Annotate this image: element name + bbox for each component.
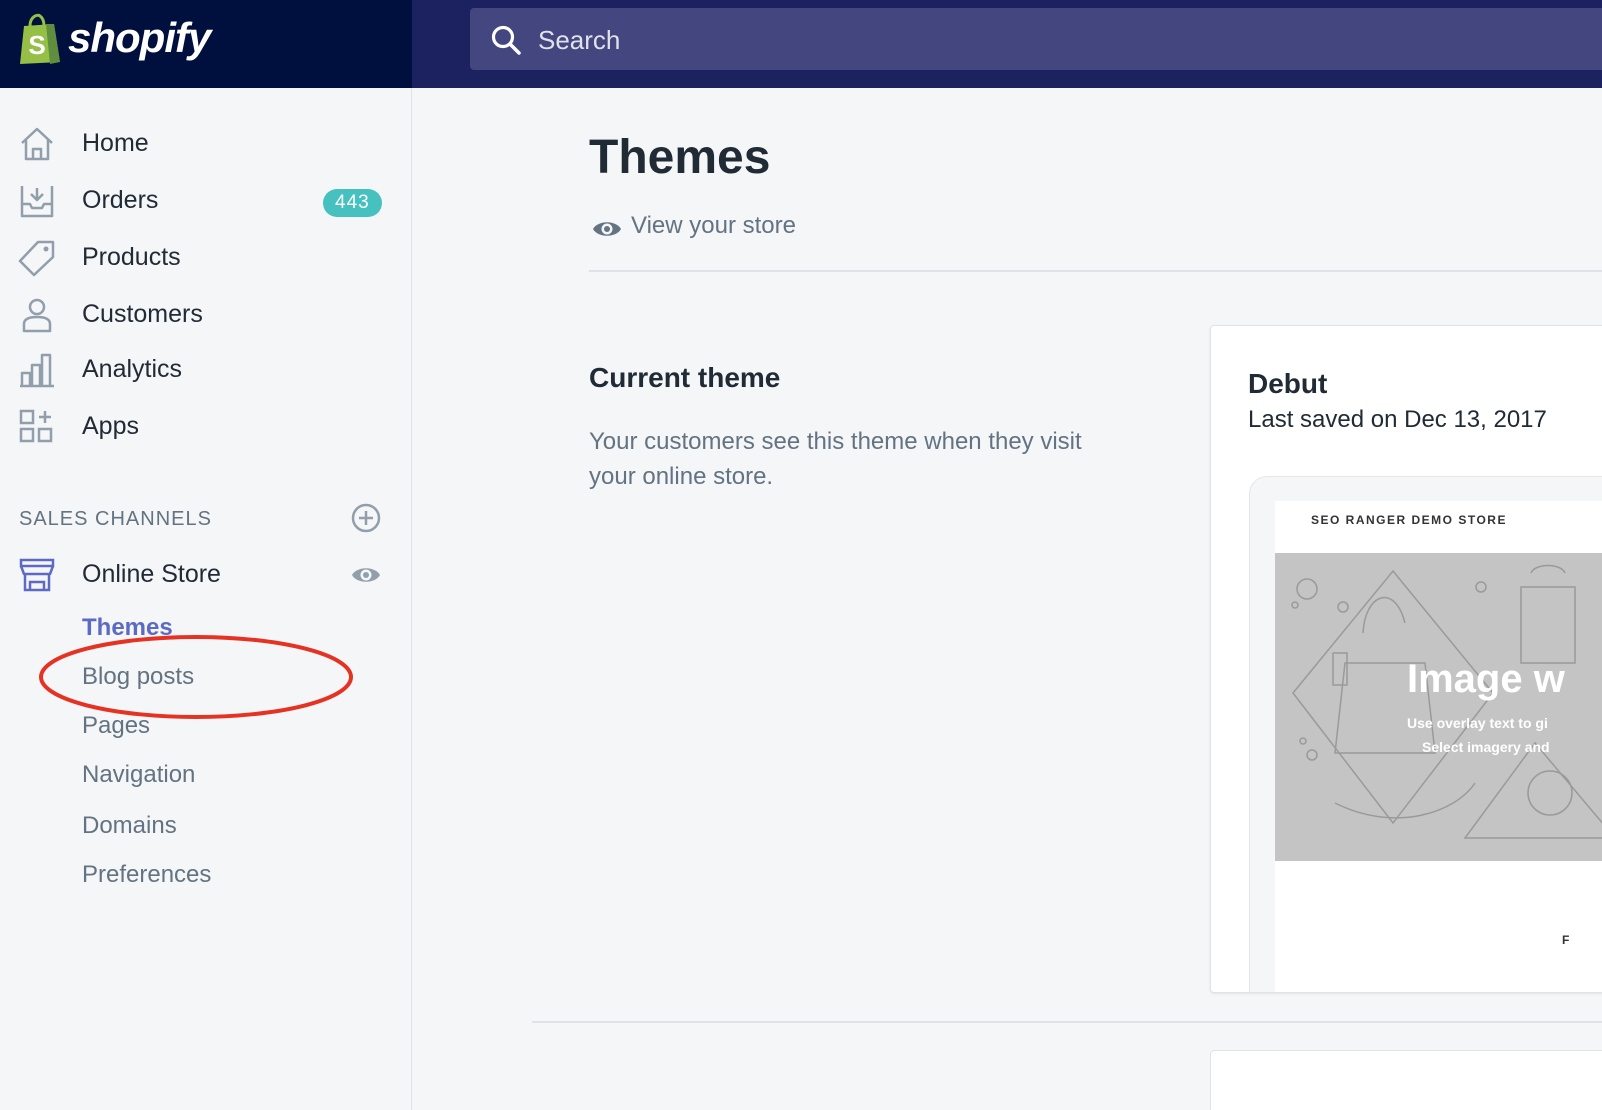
top-bar: S shopify Search bbox=[0, 0, 1602, 88]
sidebar-item-label: Apps bbox=[82, 412, 139, 440]
preview-footer-text: F bbox=[1562, 933, 1570, 947]
eye-icon bbox=[593, 222, 621, 236]
sidebar-item-label: Online Store bbox=[82, 560, 221, 588]
brand-name: shopify bbox=[68, 14, 211, 61]
shopify-bag-icon: S bbox=[20, 13, 60, 64]
person-icon bbox=[22, 298, 52, 333]
search-placeholder: Search bbox=[538, 25, 621, 55]
home-icon bbox=[21, 127, 53, 161]
search-input[interactable]: Search bbox=[470, 8, 1602, 70]
sidebar-item-label: Home bbox=[82, 129, 149, 157]
current-theme-heading: Current theme bbox=[589, 362, 781, 393]
divider bbox=[589, 270, 1602, 272]
search-icon bbox=[491, 25, 521, 55]
sidebar-item-products[interactable]: Products bbox=[0, 233, 412, 283]
svg-text:S: S bbox=[28, 30, 45, 60]
sidebar-item-label: Products bbox=[82, 243, 181, 271]
logo-area[interactable]: S shopify bbox=[0, 0, 412, 88]
sidebar-item-label: Analytics bbox=[82, 355, 183, 383]
theme-preview-screen: SEO RANGER DEMO STORE Image w Use overla… bbox=[1275, 501, 1602, 992]
sidebar-item-analytics[interactable]: Analytics bbox=[0, 345, 412, 395]
hero-illustration bbox=[1291, 564, 1602, 839]
current-theme-card: Debut Last saved on Dec 13, 2017 SEO RAN… bbox=[1210, 325, 1602, 993]
sidebar-item-apps[interactable]: Apps bbox=[0, 402, 412, 452]
orders-icon bbox=[20, 186, 54, 218]
eye-icon[interactable] bbox=[350, 562, 382, 588]
preview-hero-text: Use overlay text to gi bbox=[1407, 715, 1548, 731]
current-theme-description: Your customers see this theme when they … bbox=[589, 428, 1082, 490]
preview-hero-image: Image w Use overlay text to gi Select im… bbox=[1275, 553, 1602, 861]
preview-store-name: SEO RANGER DEMO STORE bbox=[1311, 513, 1507, 527]
apps-icon bbox=[19, 409, 53, 443]
store-icon bbox=[19, 558, 55, 592]
preview-hero-title: Image w bbox=[1407, 657, 1565, 701]
sales-channels-heading: SALES CHANNELS bbox=[19, 508, 212, 530]
sidebar-subitem-domains[interactable]: Domains bbox=[82, 812, 177, 840]
theme-preview[interactable]: SEO RANGER DEMO STORE Image w Use overla… bbox=[1249, 476, 1602, 992]
theme-library-card bbox=[1210, 1050, 1602, 1110]
sidebar-subitem-navigation[interactable]: Navigation bbox=[82, 761, 195, 789]
sidebar-item-customers[interactable]: Customers bbox=[0, 290, 412, 340]
sidebar-item-home[interactable]: Home bbox=[0, 119, 412, 169]
sidebar-subitem-preferences[interactable]: Preferences bbox=[82, 861, 211, 889]
theme-last-saved: Last saved on Dec 13, 2017 bbox=[1248, 406, 1547, 433]
view-store-label: View your store bbox=[631, 212, 796, 239]
divider bbox=[532, 1021, 1602, 1023]
annotation-ellipse bbox=[39, 635, 353, 719]
sidebar-item-orders[interactable]: Orders 443 bbox=[0, 176, 412, 226]
orders-count-badge: 443 bbox=[323, 189, 382, 217]
add-circle-icon[interactable] bbox=[350, 502, 382, 534]
sidebar: Home Orders 443 Products Customers Analy… bbox=[0, 88, 412, 1110]
theme-name: Debut bbox=[1248, 368, 1328, 399]
sidebar-item-label: Customers bbox=[82, 300, 203, 328]
view-store-link[interactable]: View your store bbox=[591, 212, 891, 246]
bar-chart-icon bbox=[20, 353, 54, 388]
sidebar-item-label: Orders bbox=[82, 186, 159, 214]
page-title: Themes bbox=[589, 131, 771, 184]
preview-hero-text: Select imagery and bbox=[1422, 739, 1550, 755]
tag-icon bbox=[18, 240, 55, 277]
